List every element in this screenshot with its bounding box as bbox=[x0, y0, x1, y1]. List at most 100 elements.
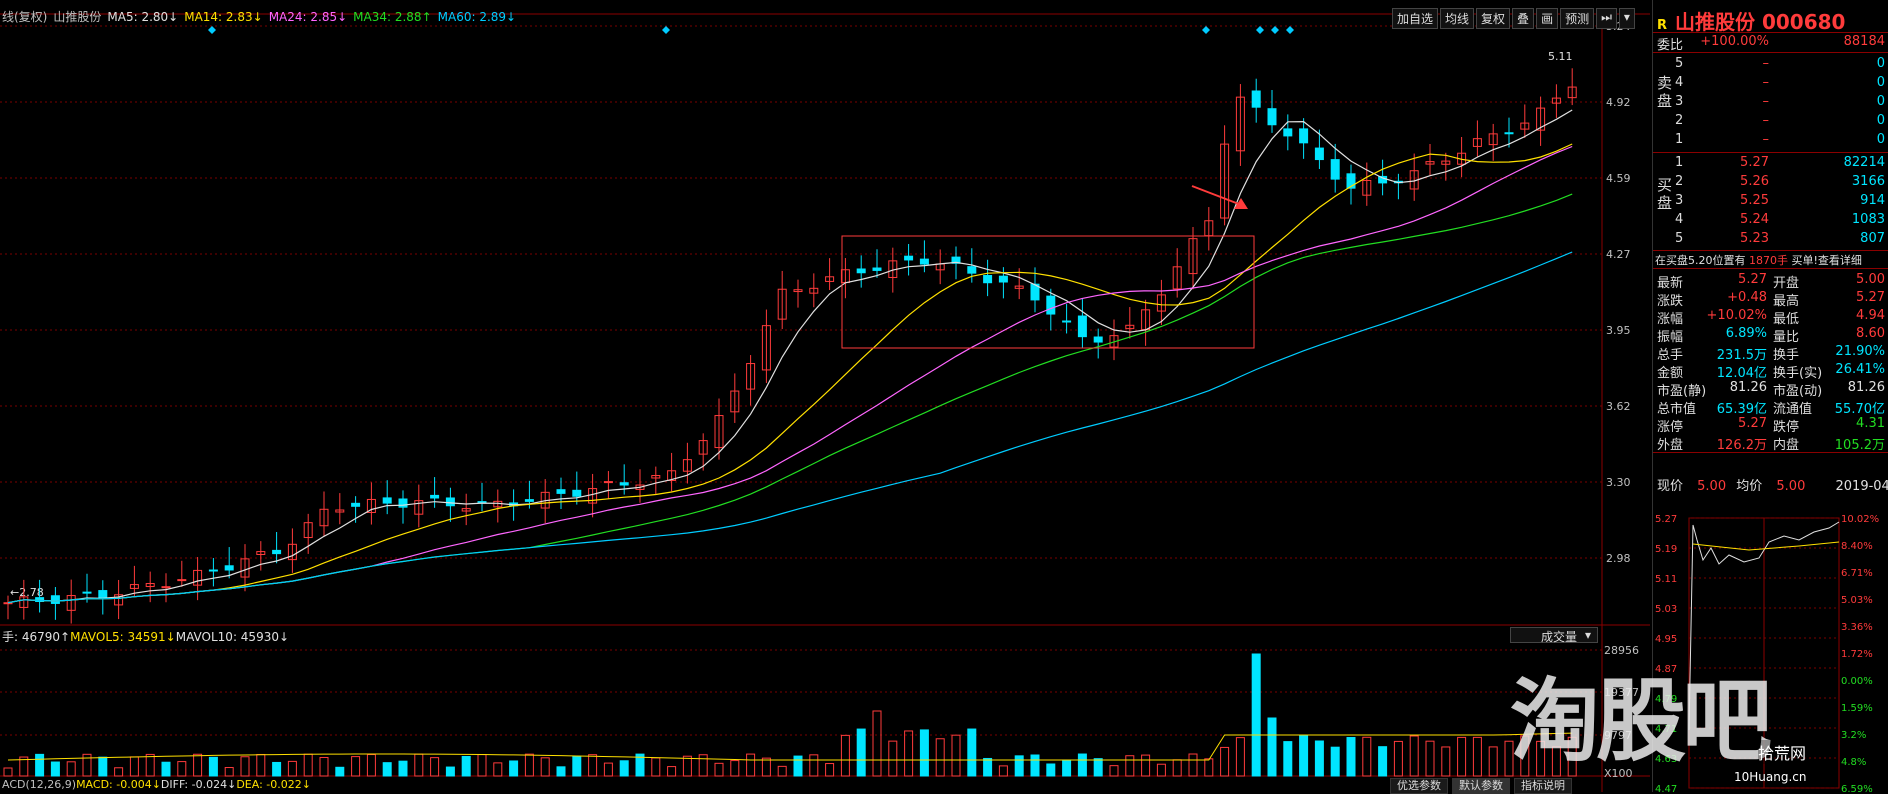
volume-bar bbox=[399, 761, 407, 776]
intraday-pct-tick: 5.03% bbox=[1841, 595, 1873, 606]
toolbar-button-2[interactable]: 复权 bbox=[1476, 8, 1510, 29]
volume-bar bbox=[683, 756, 691, 776]
stat-k2: 换手(实) bbox=[1773, 362, 1822, 381]
candle-body bbox=[920, 259, 928, 264]
stat-row: 涨幅+10.02%最低4.94 bbox=[1653, 308, 1888, 326]
volume-bar bbox=[557, 767, 565, 776]
volume-bar bbox=[794, 756, 802, 776]
stat-v1: +0.48 bbox=[1727, 290, 1767, 305]
chart-toolbar: 加自选均线复权叠画预测⏭▾ bbox=[1392, 8, 1637, 29]
price-tick-label: 2.98 bbox=[1606, 552, 1631, 565]
volume-bar bbox=[747, 754, 755, 776]
volume-bar bbox=[67, 762, 75, 776]
stat-row: 金额12.04亿换手(实)26.41% bbox=[1653, 362, 1888, 380]
candle-body bbox=[620, 483, 628, 485]
big-order-notice[interactable]: 在买盘5.20位置有 1870手 买单!查看详细 bbox=[1655, 252, 1862, 268]
volume-bar bbox=[478, 755, 486, 776]
ma-label-0: 线(复权) bbox=[2, 10, 47, 24]
kline-chart-area[interactable]: 5.244.924.594.273.953.623.302.985.11←2.7… bbox=[0, 0, 1650, 792]
vol-label-0: 手: 46790↑ bbox=[2, 630, 70, 644]
rights-marker: R bbox=[1657, 18, 1667, 33]
level: 5 bbox=[1675, 231, 1683, 246]
candle-body bbox=[1268, 109, 1276, 125]
candle-body bbox=[1252, 91, 1260, 107]
volume-bar bbox=[415, 754, 423, 776]
weibi-label: 委比 bbox=[1657, 34, 1683, 53]
volume-bar bbox=[1394, 741, 1402, 776]
divider bbox=[1653, 152, 1888, 153]
volume-bars bbox=[4, 654, 1576, 776]
weibi-value: +100.00% bbox=[1700, 34, 1769, 49]
stat-k1: 涨幅 bbox=[1657, 308, 1683, 327]
macd-label-0: ACD(12,26,9) bbox=[2, 778, 76, 791]
toolbar-button-3[interactable]: 叠 bbox=[1512, 8, 1534, 29]
ma-label-6: MA60: 2.89↓ bbox=[438, 10, 516, 24]
intraday-price-tick: 4.95 bbox=[1655, 634, 1677, 645]
volume-bar bbox=[573, 756, 581, 776]
price: 5.23 bbox=[1740, 231, 1769, 246]
buy-level-row: 25.263166 bbox=[1653, 174, 1888, 192]
sell-level-row: 3–0 bbox=[1653, 94, 1888, 112]
price-tick-label: 3.30 bbox=[1606, 476, 1631, 489]
stat-v1: 12.04亿 bbox=[1717, 362, 1767, 381]
volume-bar bbox=[1078, 754, 1086, 776]
volume-bar bbox=[841, 735, 849, 776]
intraday-price-tick: 5.19 bbox=[1655, 544, 1677, 555]
toolbar-button-5[interactable]: 预测 bbox=[1560, 8, 1594, 29]
sell-level-row: 1–0 bbox=[1653, 132, 1888, 150]
level: 3 bbox=[1675, 193, 1683, 208]
stat-k1: 市盈(静) bbox=[1657, 380, 1706, 399]
toolbar-button-6[interactable]: ⏭ bbox=[1596, 8, 1617, 29]
toolbar-button-4[interactable]: 画 bbox=[1536, 8, 1558, 29]
stat-row: 总手231.5万换手21.90% bbox=[1653, 344, 1888, 362]
toolbar-button-0[interactable]: 加自选 bbox=[1392, 8, 1438, 29]
volume-bar bbox=[194, 754, 202, 776]
volume-bar bbox=[4, 768, 12, 776]
macd-legend: ACD(12,26,9)MACD: -0.004↓DIFF: -0.024↓DE… bbox=[2, 778, 311, 791]
stat-v1: 5.27 bbox=[1738, 416, 1767, 431]
volume-bar bbox=[225, 768, 233, 776]
stat-v1: 6.89% bbox=[1726, 326, 1767, 341]
toolbar-button-7[interactable]: ▾ bbox=[1619, 8, 1635, 29]
stat-k1: 最新 bbox=[1657, 272, 1683, 291]
now-label: 现价 bbox=[1657, 479, 1683, 494]
volume-bar bbox=[778, 766, 786, 776]
volume: 0 bbox=[1877, 113, 1885, 128]
stat-v2: 55.70亿 bbox=[1835, 398, 1885, 417]
intraday-price-tick: 5.11 bbox=[1655, 574, 1677, 585]
volume-bar bbox=[920, 730, 928, 776]
event-marker-icon bbox=[1256, 26, 1264, 34]
intraday-pct-tick: 6.71% bbox=[1841, 568, 1873, 579]
candle-body bbox=[999, 276, 1007, 282]
volume-bar bbox=[1173, 760, 1181, 776]
macd-label-3: DEA: -0.022↓ bbox=[236, 778, 311, 791]
volume-bar bbox=[51, 762, 59, 776]
stat-v1: 81.26 bbox=[1730, 380, 1767, 395]
volume-bar bbox=[1031, 755, 1039, 776]
sell-level-row: 4–0 bbox=[1653, 75, 1888, 93]
volume-bar bbox=[146, 754, 154, 776]
ma-legend: 线(复权)山推股份MA5: 2.80↓MA14: 2.83↓MA24: 2.85… bbox=[2, 8, 522, 25]
indicator-select[interactable]: 成交量 ▾ bbox=[1510, 627, 1598, 643]
volume-bar bbox=[320, 757, 328, 776]
indicator-select-value: 成交量 bbox=[1541, 630, 1577, 644]
stat-v2: 21.90% bbox=[1835, 344, 1885, 359]
notice-link[interactable]: 买单!查看详细 bbox=[1792, 254, 1862, 267]
volume-bar bbox=[367, 755, 375, 776]
price-tick-label: 3.95 bbox=[1606, 324, 1631, 337]
stat-k2: 市盈(动) bbox=[1773, 380, 1822, 399]
volume-bar bbox=[952, 735, 960, 776]
kline-svg[interactable]: 5.244.924.594.273.953.623.302.985.11←2.7… bbox=[0, 0, 1650, 792]
volume-bar bbox=[731, 761, 739, 776]
toolbar-button-1[interactable]: 均线 bbox=[1440, 8, 1474, 29]
volume-bar bbox=[1015, 756, 1023, 776]
price-high-label: 5.11 bbox=[1548, 50, 1573, 63]
stat-v2: 5.00 bbox=[1856, 272, 1885, 287]
volume-bar bbox=[1473, 737, 1481, 776]
stat-k1: 总市值 bbox=[1657, 398, 1696, 417]
volume-bar bbox=[1410, 736, 1418, 776]
price: – bbox=[1763, 94, 1770, 109]
event-marker-icon bbox=[662, 26, 670, 34]
price: – bbox=[1763, 113, 1770, 128]
volume-bar bbox=[1489, 747, 1497, 776]
